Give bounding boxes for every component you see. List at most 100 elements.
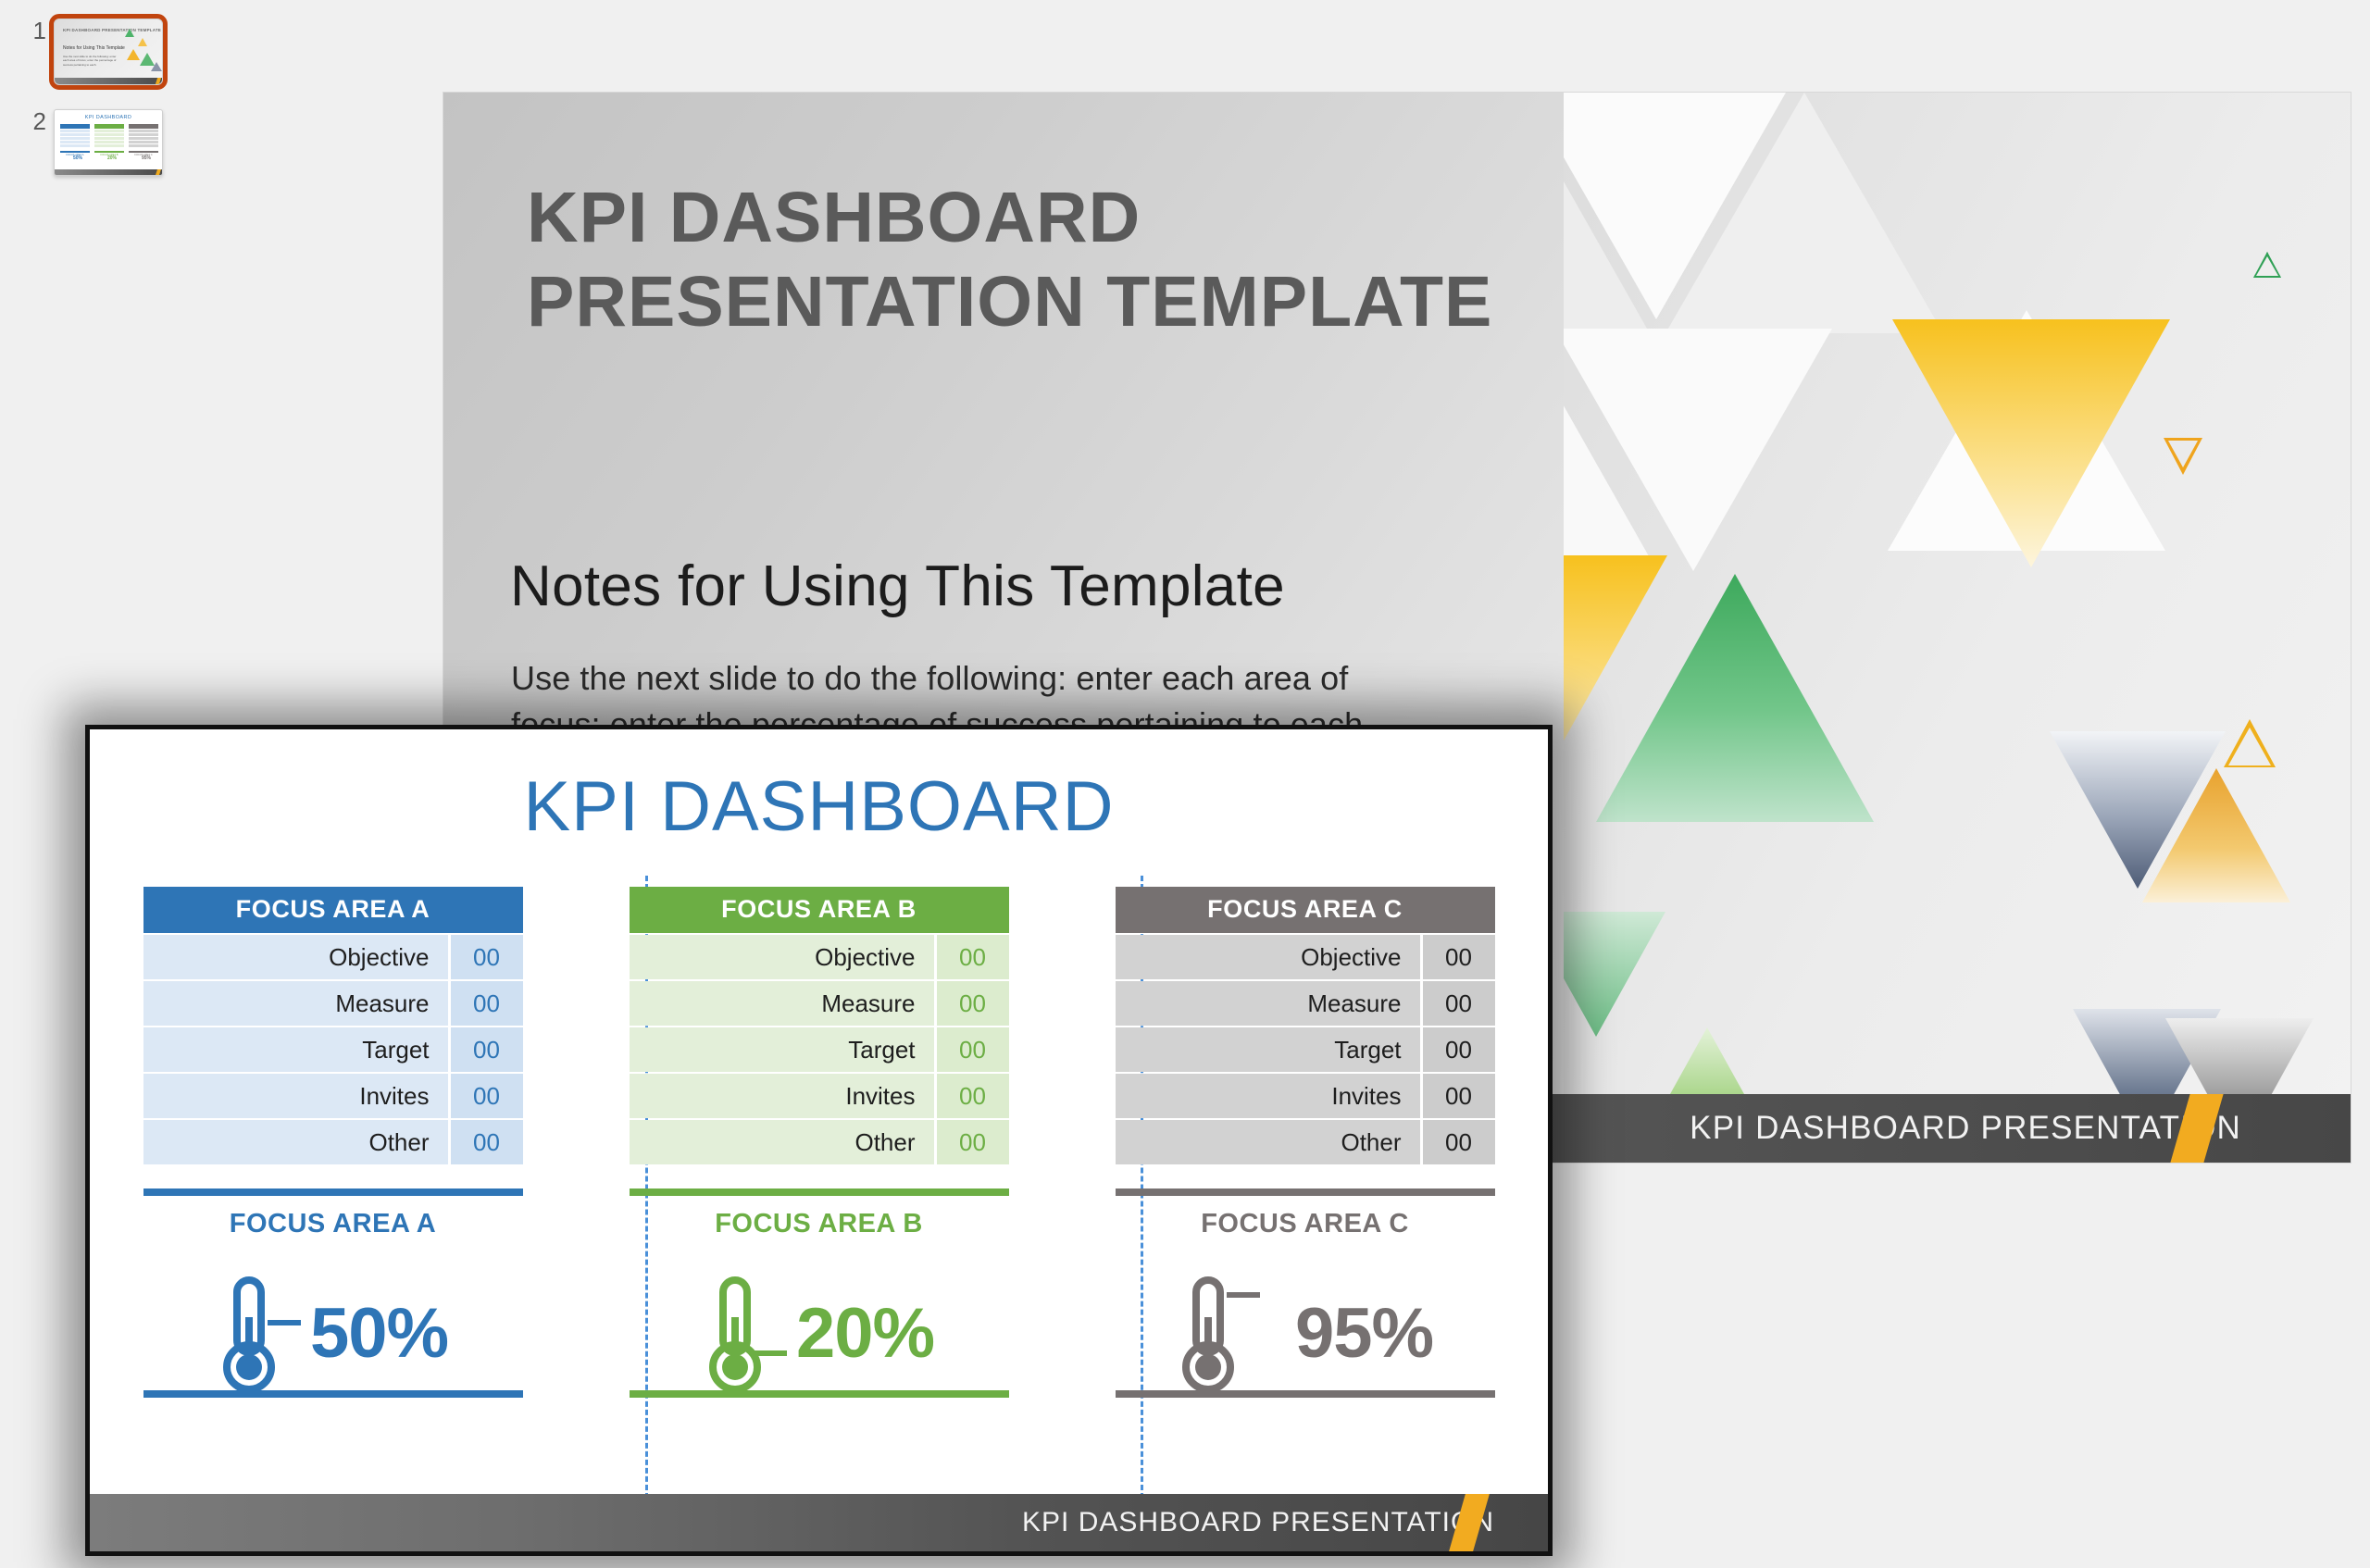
kpi-footer-bar: KPI DASHBOARD PRESENTATION [90, 1494, 1548, 1551]
row-value[interactable]: 00 [450, 1120, 523, 1164]
mini-triangle-green-icon [125, 29, 134, 37]
row-label: Measure [143, 981, 448, 1026]
mini-triangle-slate-icon [151, 62, 162, 71]
thumbnail-1-title: KPI DASHBOARD PRESENTATION TEMPLATE [63, 28, 162, 32]
row-label: Invites [1115, 1074, 1420, 1118]
kpi-footer-label: KPI DASHBOARD PRESENTATION [1022, 1507, 1494, 1537]
table-row: Target 00 [629, 1027, 1009, 1072]
thumbnail-number-2: 2 [32, 107, 46, 135]
row-value[interactable]: 00 [1422, 1074, 1495, 1118]
thermometer-icon [708, 1276, 787, 1393]
table-row: Invites 00 [629, 1074, 1009, 1118]
thumbnail-number-1: 1 [32, 17, 46, 44]
row-value[interactable]: 00 [936, 1027, 1009, 1072]
row-value[interactable]: 00 [450, 1074, 523, 1118]
focus-area-a-bottom-rule [143, 1390, 523, 1398]
focus-area-a-label: FOCUS AREA A [229, 1209, 437, 1238]
row-value[interactable]: 00 [1422, 1120, 1495, 1164]
row-value[interactable]: 00 [936, 1120, 1009, 1164]
focus-area-c-label: FOCUS AREA C [1201, 1209, 1409, 1238]
row-label: Measure [629, 981, 934, 1026]
focus-area-column-b: FOCUS AREA B Objective 00 Measure 00 Tar… [576, 887, 1062, 1516]
row-value[interactable]: 00 [450, 1027, 523, 1072]
triangle-outline-green-up-inner [2256, 256, 2278, 276]
mini-triangle-amber2-icon [127, 49, 140, 60]
table-row: Invites 00 [143, 1074, 523, 1118]
row-label: Other [629, 1120, 934, 1164]
thumbnail-preview-1[interactable]: KPI DASHBOARD PRESENTATION TEMPLATE Note… [49, 14, 168, 90]
row-label: Other [1115, 1120, 1420, 1164]
table-row: Target 00 [143, 1027, 523, 1072]
row-value[interactable]: 00 [936, 935, 1009, 979]
focus-area-c-table: FOCUS AREA C Objective 00 Measure 00 Tar… [1115, 887, 1495, 1164]
thumbnail-1-footer [55, 78, 162, 84]
row-label: Measure [1115, 981, 1420, 1026]
row-label: Target [143, 1027, 448, 1072]
row-value[interactable]: 00 [1422, 1027, 1495, 1072]
row-value[interactable]: 00 [936, 1074, 1009, 1118]
thumbnail-2-column-a: FOCUS AREA A 50% [60, 124, 90, 161]
focus-area-b-gauge: 20% [630, 1271, 1009, 1396]
focus-area-column-c: FOCUS AREA C Objective 00 Measure 00 Tar… [1062, 887, 1548, 1516]
focus-area-c-separator [1115, 1188, 1495, 1196]
focus-area-b-percent: 20% [795, 1294, 935, 1373]
table-row: Objective 00 [1115, 935, 1495, 979]
focus-area-c-gauge: 95% [1116, 1271, 1495, 1396]
table-row: Invites 00 [1115, 1074, 1495, 1118]
kpi-dashboard-title: KPI DASHBOARD [523, 767, 1115, 846]
thumbnail-2-column-c: FOCUS AREA C 95% [129, 124, 158, 161]
row-value[interactable]: 00 [450, 935, 523, 979]
focus-area-a-gauge: 50% [143, 1271, 523, 1396]
thumbnail-1-heading: Notes for Using This Template [63, 45, 125, 51]
slide-1-title: KPI DASHBOARD PRESENTATION TEMPLATE [527, 178, 1493, 342]
focus-area-a-table: FOCUS AREA A Objective 00 Measure 00 Tar… [143, 887, 523, 1164]
slide-1-heading: Notes for Using This Template [510, 554, 1285, 618]
row-value[interactable]: 00 [1422, 981, 1495, 1026]
table-row: Measure 00 [1115, 981, 1495, 1026]
focus-area-b-header: FOCUS AREA B [629, 887, 1009, 933]
kpi-dashboard-popup[interactable]: KPI DASHBOARD FOCUS AREA A Objective 00 … [85, 725, 1553, 1556]
thumbnail-2-title: KPI DASHBOARD [84, 115, 132, 120]
focus-area-a-percent: 50% [309, 1294, 449, 1373]
table-row: Objective 00 [629, 935, 1009, 979]
row-label: Objective [143, 935, 448, 979]
row-value[interactable]: 00 [1422, 935, 1495, 979]
row-value[interactable]: 00 [936, 981, 1009, 1026]
row-label: Invites [629, 1074, 934, 1118]
focus-area-a-header: FOCUS AREA A [143, 887, 523, 933]
focus-area-b-separator [629, 1188, 1009, 1196]
row-label: Objective [629, 935, 934, 979]
thumbnail-preview-2[interactable]: KPI DASHBOARD FOCUS AREA A 50% FOCUS ARE… [54, 109, 163, 176]
row-label: Other [143, 1120, 448, 1164]
focus-area-b-table: FOCUS AREA B Objective 00 Measure 00 Tar… [629, 887, 1009, 1164]
thumbnail-1-body: Use the next slide to do the following: … [63, 55, 117, 67]
table-row: Measure 00 [629, 981, 1009, 1026]
screen-root: 1 KPI DASHBOARD PRESENTATION TEMPLATE No… [0, 0, 2370, 1568]
thermometer-icon [222, 1276, 301, 1393]
mini-triangle-amber-icon [138, 38, 147, 46]
row-label: Objective [1115, 935, 1420, 979]
focus-area-b-label: FOCUS AREA B [715, 1209, 923, 1238]
thumbnail-slide-1[interactable]: 1 KPI DASHBOARD PRESENTATION TEMPLATE No… [17, 14, 168, 90]
triangle-light-down-3-icon [1554, 329, 1832, 571]
table-row: Other 00 [629, 1120, 1009, 1164]
triangle-light-up-2-icon [1665, 93, 1943, 333]
row-label: Target [1115, 1027, 1420, 1072]
table-row: Objective 00 [143, 935, 523, 979]
focus-area-a-separator [143, 1188, 523, 1196]
thumbnail-2-column-b: FOCUS AREA B 20% [94, 124, 124, 161]
table-row: Target 00 [1115, 1027, 1495, 1072]
row-label: Invites [143, 1074, 448, 1118]
row-value[interactable]: 00 [450, 981, 523, 1026]
focus-area-c-header: FOCUS AREA C [1115, 887, 1495, 933]
thumbnail-2-footer [55, 169, 162, 175]
triangle-outline-amber-up-2-inner [2228, 728, 2271, 765]
triangle-green-filled-large-icon [1596, 574, 1874, 822]
table-row: Other 00 [143, 1120, 523, 1164]
focus-area-c-percent: 95% [1294, 1294, 1434, 1373]
thumbnail-slide-2[interactable]: 2 KPI DASHBOARD FOCUS AREA A 50% FOCUS A… [17, 109, 163, 176]
row-label: Target [629, 1027, 934, 1072]
focus-area-c-bottom-rule [1115, 1390, 1495, 1398]
focus-area-column-a: FOCUS AREA A Objective 00 Measure 00 Tar… [90, 887, 576, 1516]
table-row: Other 00 [1115, 1120, 1495, 1164]
